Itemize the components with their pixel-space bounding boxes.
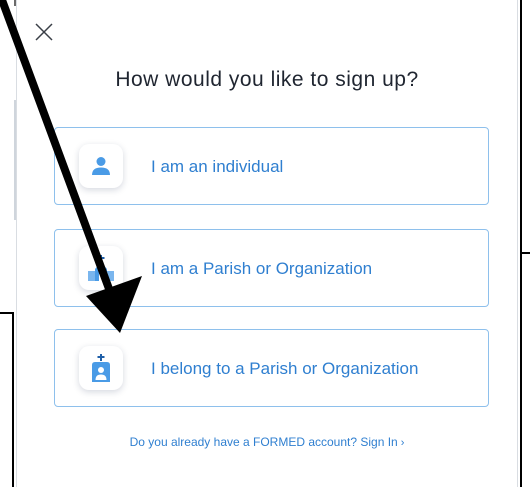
close-icon	[35, 23, 53, 41]
chevron-right-icon: ›	[400, 437, 405, 449]
option-label: I am an individual	[151, 157, 284, 176]
background-panel-edge	[0, 312, 14, 487]
close-button[interactable]	[32, 20, 56, 44]
option-icon-tile	[79, 144, 123, 188]
option-parish-organization[interactable]: I am a Parish or Organization	[54, 229, 489, 307]
background-panel-edge	[520, 0, 530, 487]
option-icon-tile	[79, 246, 123, 290]
screen: How would you like to sign up? I am an i…	[0, 0, 530, 487]
person-icon	[92, 157, 110, 175]
option-icon-tile	[79, 346, 123, 390]
parish-member-icon	[92, 354, 110, 382]
option-label: I am a Parish or Organization	[151, 259, 373, 278]
option-individual[interactable]: I am an individual	[54, 127, 489, 205]
sign-in-text: Do you already have a FORMED account? Si…	[129, 435, 398, 449]
signup-modal: How would you like to sign up? I am an i…	[16, 0, 518, 487]
modal-title: How would you like to sign up?	[115, 68, 419, 91]
option-label: I belong to a Parish or Organization	[151, 359, 419, 378]
church-building-icon	[88, 255, 114, 281]
option-belong-parish[interactable]: I belong to a Parish or Organization	[54, 329, 489, 407]
sign-in-link[interactable]: Do you already have a FORMED account? Si…	[17, 435, 517, 449]
